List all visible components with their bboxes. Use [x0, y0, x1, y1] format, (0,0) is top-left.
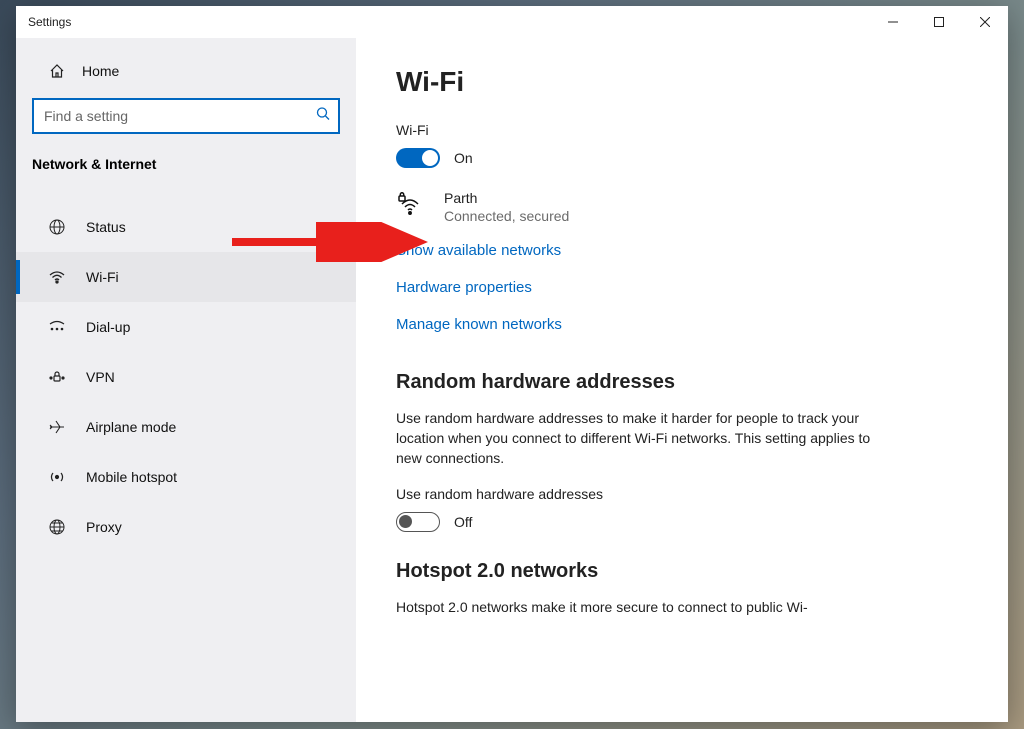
- proxy-globe-icon: [48, 518, 66, 536]
- search-input[interactable]: [34, 100, 338, 132]
- network-status: Connected, secured: [444, 208, 569, 224]
- sidebar: Home Network & Internet: [16, 38, 356, 722]
- sidebar-item-label: Status: [86, 219, 126, 235]
- sidebar-item-label: VPN: [86, 369, 115, 385]
- main-panel: Wi-Fi Wi-Fi On Parth Connected, s: [356, 38, 1008, 722]
- home-label: Home: [82, 63, 119, 79]
- sidebar-item-proxy[interactable]: Proxy: [16, 502, 356, 552]
- maximize-button[interactable]: [916, 6, 962, 38]
- wifi-toggle[interactable]: [396, 148, 440, 168]
- random-hw-heading: Random hardware addresses: [396, 371, 968, 394]
- wifi-toggle-state: On: [454, 150, 473, 166]
- sidebar-item-hotspot[interactable]: Mobile hotspot: [16, 452, 356, 502]
- link-show-available-networks[interactable]: Show available networks: [396, 232, 968, 269]
- wifi-toggle-label: Wi-Fi: [396, 122, 968, 138]
- search-box[interactable]: [32, 98, 340, 134]
- titlebar: Settings: [16, 6, 1008, 38]
- random-hw-desc: Use random hardware addresses to make it…: [396, 408, 896, 468]
- sidebar-item-dialup[interactable]: Dial-up: [16, 302, 356, 352]
- settings-window: Settings Home: [16, 6, 1008, 722]
- sidebar-item-airplane[interactable]: Airplane mode: [16, 402, 356, 452]
- sidebar-item-wifi[interactable]: Wi-Fi: [16, 252, 356, 302]
- globe-grid-icon: [48, 218, 66, 236]
- sidebar-item-label: Dial-up: [86, 319, 130, 335]
- dialup-icon: [48, 318, 66, 336]
- random-hw-toggle[interactable]: [396, 512, 440, 532]
- sidebar-item-label: Wi-Fi: [86, 269, 119, 285]
- network-name: Parth: [444, 190, 569, 206]
- window-title: Settings: [16, 6, 870, 38]
- current-network[interactable]: Parth Connected, secured: [396, 186, 968, 232]
- minimize-button[interactable]: [870, 6, 916, 38]
- hotspot20-heading: Hotspot 2.0 networks: [396, 560, 968, 583]
- sidebar-item-label: Proxy: [86, 519, 122, 535]
- link-hardware-properties[interactable]: Hardware properties: [396, 269, 968, 306]
- home-icon: [48, 62, 66, 80]
- sidebar-item-vpn[interactable]: VPN: [16, 352, 356, 402]
- wifi-icon: [48, 268, 66, 286]
- airplane-icon: [48, 418, 66, 436]
- hotspot-icon: [48, 468, 66, 486]
- close-button[interactable]: [962, 6, 1008, 38]
- wifi-secured-icon: [396, 190, 426, 223]
- sidebar-home[interactable]: Home: [16, 52, 356, 90]
- category-label: Network & Internet: [16, 144, 356, 184]
- sidebar-list: Status Wi-Fi: [16, 184, 356, 552]
- page-title: Wi-Fi: [396, 66, 968, 98]
- link-manage-known-networks[interactable]: Manage known networks: [396, 306, 968, 343]
- search-icon: [316, 107, 330, 126]
- random-hw-toggle-state: Off: [454, 514, 472, 530]
- vpn-icon: [48, 368, 66, 386]
- sidebar-item-label: Mobile hotspot: [86, 469, 177, 485]
- sidebar-item-label: Airplane mode: [86, 419, 176, 435]
- sidebar-item-status[interactable]: Status: [16, 202, 356, 252]
- random-hw-toggle-label: Use random hardware addresses: [396, 486, 968, 502]
- hotspot20-desc: Hotspot 2.0 networks make it more secure…: [396, 597, 896, 617]
